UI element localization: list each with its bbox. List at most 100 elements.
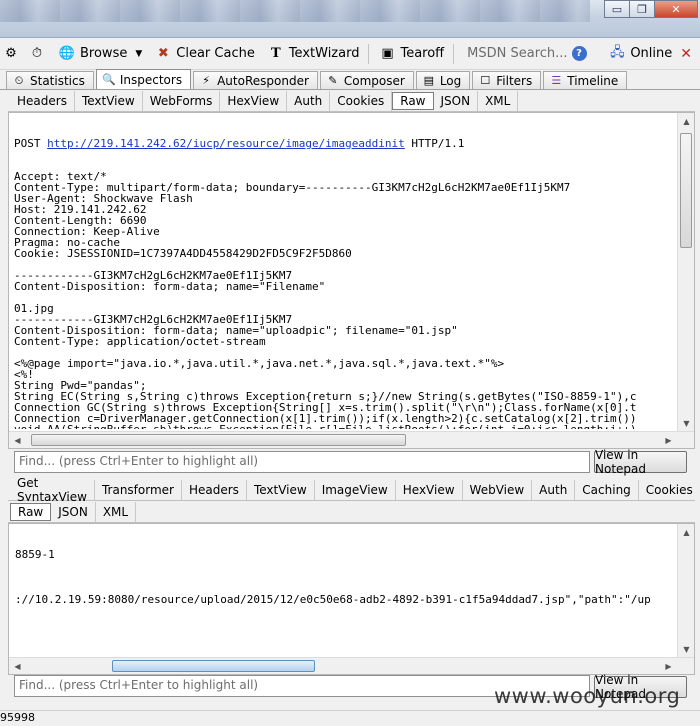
- tab-log[interactable]: ▤ Log: [415, 71, 471, 89]
- request-tab-headers[interactable]: Headers: [10, 90, 75, 111]
- response-tab-imageview[interactable]: ImageView: [315, 479, 396, 500]
- globe-icon: 🌐: [58, 46, 76, 61]
- tearoff-button[interactable]: ▣ Tearoff: [372, 42, 450, 66]
- response-view-tabs: Get SyntaxView Transformer Headers TextV…: [8, 476, 700, 504]
- scroll-right-arrow[interactable]: ▶: [660, 432, 677, 449]
- response-tab-auth[interactable]: Auth: [532, 479, 576, 500]
- msdn-search-placeholder: MSDN Search...: [467, 46, 568, 61]
- response-line-encoding: 8859-1: [15, 549, 55, 561]
- scroll-thumb[interactable]: [680, 133, 692, 248]
- request-protocol: HTTP/1.1: [404, 137, 465, 150]
- tab-label: Filters: [496, 73, 533, 88]
- timer-button[interactable]: ⏱: [26, 42, 52, 66]
- textwizard-label: TextWizard: [288, 46, 360, 61]
- watermark: www.wooyun.org: [494, 684, 681, 708]
- request-tab-raw[interactable]: Raw: [392, 91, 434, 110]
- tab-label: AutoResponder: [217, 73, 309, 88]
- response-tab-hexview[interactable]: HexView: [396, 479, 463, 500]
- request-view-in-notepad-button[interactable]: View in Notepad: [594, 448, 687, 476]
- request-text-line: [14, 292, 674, 303]
- tab-label: Inspectors: [119, 72, 183, 87]
- tab-autoresponder[interactable]: ⚡ AutoResponder: [193, 71, 318, 89]
- clear-cache-button[interactable]: ✖ Clear Cache: [148, 42, 261, 66]
- request-tab-textview[interactable]: TextView: [75, 90, 143, 111]
- tab-timeline[interactable]: ☰ Timeline: [543, 71, 628, 89]
- response-raw-panel[interactable]: 8859-1 ://10.2.19.59:8080/resource/uploa…: [8, 523, 695, 675]
- response-tab-caching[interactable]: Caching: [575, 479, 639, 500]
- window-controls: ▭ ❐ ✕: [604, 0, 698, 18]
- tab-statistics[interactable]: ⏲ Statistics: [6, 71, 94, 89]
- response-vertical-scrollbar[interactable]: ▲ ▼: [677, 524, 694, 658]
- network-icon: 🖧: [610, 44, 625, 60]
- scroll-thumb[interactable]: [112, 660, 315, 672]
- close-toolbar-button[interactable]: ✕: [678, 42, 700, 66]
- tab-composer[interactable]: ✎ Composer: [319, 71, 414, 89]
- scroll-down-arrow[interactable]: ▼: [678, 641, 695, 658]
- response-tab-get-syntaxview[interactable]: Get SyntaxView: [10, 476, 95, 504]
- main-toolbar: ⚙ ⏱ 🌐 Browse ▼ ✖ Clear Cache T TextWizar…: [0, 38, 700, 70]
- scroll-thumb[interactable]: [31, 434, 406, 446]
- scroll-left-arrow[interactable]: ◀: [9, 432, 26, 449]
- request-line: POST http://219.141.242.62/iucp/resource…: [14, 138, 674, 149]
- toolbar-separator: [453, 43, 455, 64]
- response-tab-xml[interactable]: XML: [96, 501, 137, 522]
- close-button[interactable]: ✕: [654, 0, 698, 18]
- status-bar: 95998: [0, 710, 700, 726]
- lightning-icon: ⚡: [202, 74, 210, 87]
- scroll-down-arrow[interactable]: ▼: [678, 415, 695, 432]
- request-tab-json[interactable]: JSON: [434, 90, 479, 111]
- textwizard-button[interactable]: T TextWizard: [261, 42, 366, 66]
- request-tab-xml[interactable]: XML: [478, 90, 519, 111]
- msdn-search-box[interactable]: MSDN Search... ?: [457, 42, 596, 66]
- stopwatch-icon: ⏲: [14, 73, 24, 87]
- gear-icon: ⚙: [5, 46, 17, 61]
- browse-label: Browse: [80, 46, 128, 61]
- browse-button[interactable]: 🌐 Browse ▼: [52, 42, 148, 66]
- response-tab-webview[interactable]: WebView: [463, 479, 533, 500]
- request-text-line: Content-Type: application/octet-stream: [14, 335, 266, 348]
- maximize-button[interactable]: ❐: [629, 0, 655, 18]
- response-horizontal-scrollbar[interactable]: ◀ ▶: [9, 657, 694, 674]
- scroll-up-arrow[interactable]: ▲: [678, 113, 695, 130]
- tearoff-label: Tearoff: [400, 46, 445, 61]
- request-raw-text[interactable]: POST http://219.141.242.62/iucp/resource…: [14, 116, 674, 429]
- request-text-line: void AA(StringBuffer sb)throws Exception…: [14, 424, 674, 429]
- request-horizontal-scrollbar[interactable]: ◀ ▶: [9, 431, 694, 448]
- response-tab-textview[interactable]: TextView: [247, 479, 315, 500]
- request-vertical-scrollbar[interactable]: ▲ ▼: [677, 113, 694, 432]
- response-tab-transformer[interactable]: Transformer: [95, 479, 182, 500]
- timeline-icon: ☰: [551, 74, 562, 87]
- request-tab-hexview[interactable]: HexView: [220, 90, 288, 111]
- scroll-up-arrow[interactable]: ▲: [678, 524, 695, 541]
- toolbar-separator: [368, 43, 370, 64]
- broom-icon: ✖: [157, 46, 169, 61]
- minimize-button[interactable]: ▭: [604, 0, 630, 18]
- request-tab-webforms[interactable]: WebForms: [143, 90, 221, 111]
- request-tab-auth[interactable]: Auth: [287, 90, 331, 111]
- main-tab-strip: ⏲ Statistics 🔍 Inspectors ⚡ AutoResponde…: [0, 69, 700, 90]
- title-bar-blurred-area: [0, 0, 590, 22]
- tab-label: Log: [439, 73, 462, 88]
- request-url-link[interactable]: http://219.141.242.62/iucp/resource/imag…: [47, 137, 405, 150]
- request-find-input[interactable]: Find... (press Ctrl+Enter to highlight a…: [14, 451, 590, 473]
- toolbar-settings-icon[interactable]: ⚙: [0, 42, 26, 66]
- request-raw-panel[interactable]: POST http://219.141.242.62/iucp/resource…: [8, 112, 695, 449]
- chevron-down-icon[interactable]: ▼: [135, 49, 142, 59]
- response-tab-json[interactable]: JSON: [51, 501, 96, 522]
- tab-filters[interactable]: ☐ Filters: [472, 71, 542, 89]
- request-text-line: Cookie: JSESSIONID=1C7397A4DD4558429D2FD…: [14, 247, 352, 260]
- checkbox-icon: ☐: [480, 74, 491, 87]
- status-text: 95998: [0, 711, 35, 724]
- request-text-line: Content-Disposition: form-data; name="Fi…: [14, 280, 326, 293]
- response-tab-cookies[interactable]: Cookies: [639, 479, 700, 500]
- response-tab-headers[interactable]: Headers: [182, 479, 247, 500]
- help-icon[interactable]: ?: [571, 46, 587, 61]
- online-indicator[interactable]: 🖧 Online: [602, 42, 678, 66]
- clock-icon: ⏱: [31, 46, 43, 61]
- tab-inspectors[interactable]: 🔍 Inspectors: [95, 69, 192, 89]
- response-tab-raw[interactable]: Raw: [10, 502, 52, 521]
- log-icon: ▤: [423, 74, 435, 87]
- inspector-icon: 🔍: [102, 73, 116, 86]
- request-tab-cookies[interactable]: Cookies: [330, 90, 393, 111]
- scroll-left-arrow[interactable]: ◀: [9, 658, 26, 675]
